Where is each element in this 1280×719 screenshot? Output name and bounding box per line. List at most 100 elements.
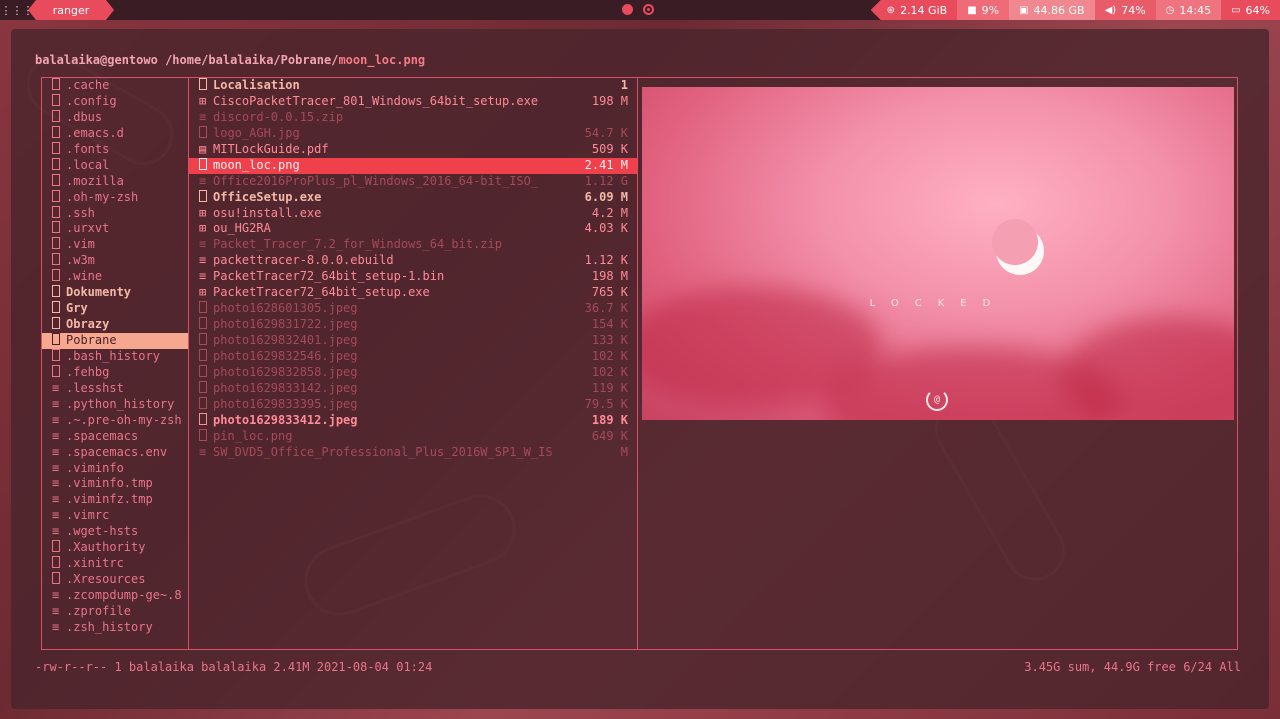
list-item[interactable]: .bash_history bbox=[42, 349, 189, 365]
folder-icon bbox=[52, 253, 62, 269]
table-row[interactable]: SW_DVD5_Office_Professional_Plus_2016W_S… bbox=[189, 445, 638, 461]
ram-value: 2.14 GiB bbox=[900, 3, 948, 17]
list-item[interactable]: .dbus bbox=[42, 110, 189, 126]
table-row[interactable]: photo1629832546.jpeg 102 K bbox=[189, 349, 638, 365]
list-item-selected[interactable]: Pobrane bbox=[42, 333, 189, 349]
list-item[interactable]: .config bbox=[42, 94, 189, 110]
table-row[interactable]: photo1629833142.jpeg 119 K bbox=[189, 381, 638, 397]
list-item[interactable]: .python_history bbox=[42, 397, 189, 413]
list-item[interactable]: .urxvt bbox=[42, 221, 189, 237]
file-icon bbox=[52, 429, 62, 445]
file-name: moon_loc.png bbox=[213, 157, 300, 172]
file-name: photo1629833395.jpeg bbox=[213, 396, 358, 411]
list-item[interactable]: .emacs.d bbox=[42, 126, 189, 142]
list-item[interactable]: .spacemacs bbox=[42, 429, 189, 445]
list-item[interactable]: .wine bbox=[42, 269, 189, 285]
list-item[interactable]: Gry bbox=[42, 301, 189, 317]
table-row[interactable]: PacketTracer72_64bit_setup-1.bin 198 M bbox=[189, 269, 638, 285]
table-row[interactable]: logo_AGH.jpg 54.7 K bbox=[189, 126, 638, 142]
list-item[interactable]: .zprofile bbox=[42, 604, 189, 620]
table-row[interactable]: OfficeSetup.exe 6.09 M bbox=[189, 190, 638, 206]
list-item[interactable]: .mozilla bbox=[42, 174, 189, 190]
table-row[interactable]: ou_HG2RA 4.03 K bbox=[189, 221, 638, 237]
list-item[interactable]: Obrazy bbox=[42, 317, 189, 333]
windows-icon bbox=[199, 221, 209, 237]
workspace-dot-icon[interactable] bbox=[622, 4, 633, 15]
list-item[interactable]: .vimrc bbox=[42, 508, 189, 524]
table-row[interactable]: Packet_Tracer_7.2_for_Windows_64_bit.zip bbox=[189, 237, 638, 253]
list-item[interactable]: .xinitrc bbox=[42, 556, 189, 572]
list-item-label: .Xresources bbox=[66, 572, 146, 587]
list-item[interactable]: .zcompdump-ge~.8 bbox=[42, 588, 189, 604]
list-item[interactable]: .fehbg bbox=[42, 365, 189, 381]
table-row-selected[interactable]: moon_loc.png 2.41 M bbox=[189, 157, 638, 174]
table-row[interactable]: MITLockGuide.pdf 509 K bbox=[189, 142, 638, 158]
list-item[interactable]: .viminfo.tmp bbox=[42, 476, 189, 492]
list-item[interactable]: .fonts bbox=[42, 142, 189, 158]
file-icon bbox=[52, 588, 62, 604]
folder-icon bbox=[52, 556, 62, 572]
table-row[interactable]: photo1629831722.jpeg 154 K bbox=[189, 317, 638, 333]
file-size: 198 M bbox=[591, 269, 628, 284]
list-item[interactable]: Dokumenty bbox=[42, 285, 189, 301]
table-row[interactable]: PacketTracer72_64bit_setup.exe 765 K bbox=[189, 285, 638, 301]
folder-icon bbox=[52, 158, 62, 174]
table-row[interactable]: photo1629832858.jpeg 102 K bbox=[189, 365, 638, 381]
table-row[interactable]: packettracer-8.0.0.ebuild 1.12 K bbox=[189, 253, 638, 269]
folder-icon bbox=[52, 349, 62, 365]
list-item[interactable]: .zsh_history bbox=[42, 620, 189, 636]
volume-module[interactable]: ◀) 74% bbox=[1094, 0, 1156, 20]
battery-module[interactable]: ▭ 64% bbox=[1221, 0, 1280, 20]
ram-module[interactable]: ⊛ 2.14 GiB bbox=[870, 0, 958, 20]
list-item[interactable]: .w3m bbox=[42, 253, 189, 269]
list-item-label: .ssh bbox=[66, 205, 95, 220]
cpu-module[interactable]: ■ 9% bbox=[957, 0, 1010, 20]
table-row[interactable]: CiscoPacketTracer_801_Windows_64bit_setu… bbox=[189, 94, 638, 110]
list-item[interactable]: .spacemacs.env bbox=[42, 445, 189, 461]
list-item[interactable]: .oh-my-zsh bbox=[42, 190, 189, 206]
list-item[interactable]: .wget-hsts bbox=[42, 524, 189, 540]
active-window-title[interactable]: ranger bbox=[28, 0, 114, 20]
table-row[interactable]: osu!install.exe 4.2 M bbox=[189, 206, 638, 222]
list-item[interactable]: .~.pre-oh-my-zsh bbox=[42, 413, 189, 429]
table-row[interactable]: Office2016ProPlus_pl_Windows_2016_64-bit… bbox=[189, 174, 638, 190]
parent-directory-pane[interactable]: .cache .config .dbus .emacs.d .fonts .local .m… bbox=[41, 77, 189, 650]
folder-icon bbox=[199, 429, 209, 445]
clock-module[interactable]: ◷ 14:45 bbox=[1155, 0, 1222, 20]
list-item-label: .w3m bbox=[66, 253, 95, 268]
table-row[interactable]: photo1629832401.jpeg 133 K bbox=[189, 333, 638, 349]
list-item[interactable]: .ssh bbox=[42, 206, 189, 222]
list-item[interactable]: .vim bbox=[42, 237, 189, 253]
list-item[interactable]: .viminfo bbox=[42, 461, 189, 477]
list-item[interactable]: .lesshst bbox=[42, 381, 189, 397]
folder-icon bbox=[199, 349, 209, 365]
disk-summary-status: 3.45G sum, 44.9G free 6/24 All bbox=[1024, 660, 1241, 674]
list-item-label: .fonts bbox=[66, 141, 110, 156]
folder-icon bbox=[199, 158, 209, 174]
preview-cloud bbox=[1062, 317, 1234, 420]
file-size: 1.12 K bbox=[584, 253, 628, 268]
table-row[interactable]: discord-0.0.15.zip bbox=[189, 110, 638, 126]
list-item[interactable]: .cache bbox=[42, 78, 189, 94]
folder-icon bbox=[199, 190, 209, 206]
table-row[interactable]: photo1629833395.jpeg 79.5 K bbox=[189, 397, 638, 413]
table-row[interactable]: photo1629833412.jpeg 189 K bbox=[189, 413, 638, 429]
file-name: photo1629831722.jpeg bbox=[213, 317, 358, 332]
file-size: M bbox=[620, 444, 628, 459]
workspace-active-dot-icon[interactable] bbox=[643, 4, 654, 15]
disk-module[interactable]: ▣ 44.86 GB bbox=[1009, 0, 1095, 20]
file-name: MITLockGuide.pdf bbox=[213, 141, 329, 156]
table-row[interactable]: Localisation 1 bbox=[189, 78, 638, 94]
table-row[interactable]: photo1628601305.jpeg 36.7 K bbox=[189, 301, 638, 317]
table-row[interactable]: pin_loc.png 649 K bbox=[189, 429, 638, 445]
volume-icon: ◀) bbox=[1104, 4, 1117, 16]
ranger-terminal-window[interactable]: balalaika@gentowo /home/balalaika/Pobran… bbox=[11, 29, 1269, 709]
file-name: Localisation bbox=[213, 78, 300, 92]
list-item[interactable]: .Xauthority bbox=[42, 540, 189, 556]
file-size: 2.41 M bbox=[584, 157, 628, 172]
list-item[interactable]: .Xresources bbox=[42, 572, 189, 588]
current-directory-pane[interactable]: Localisation 1 CiscoPacketTracer_801_Windo… bbox=[188, 77, 638, 650]
list-item[interactable]: .local bbox=[42, 158, 189, 174]
workspace-indicator bbox=[622, 4, 654, 15]
list-item[interactable]: .viminfz.tmp bbox=[42, 492, 189, 508]
